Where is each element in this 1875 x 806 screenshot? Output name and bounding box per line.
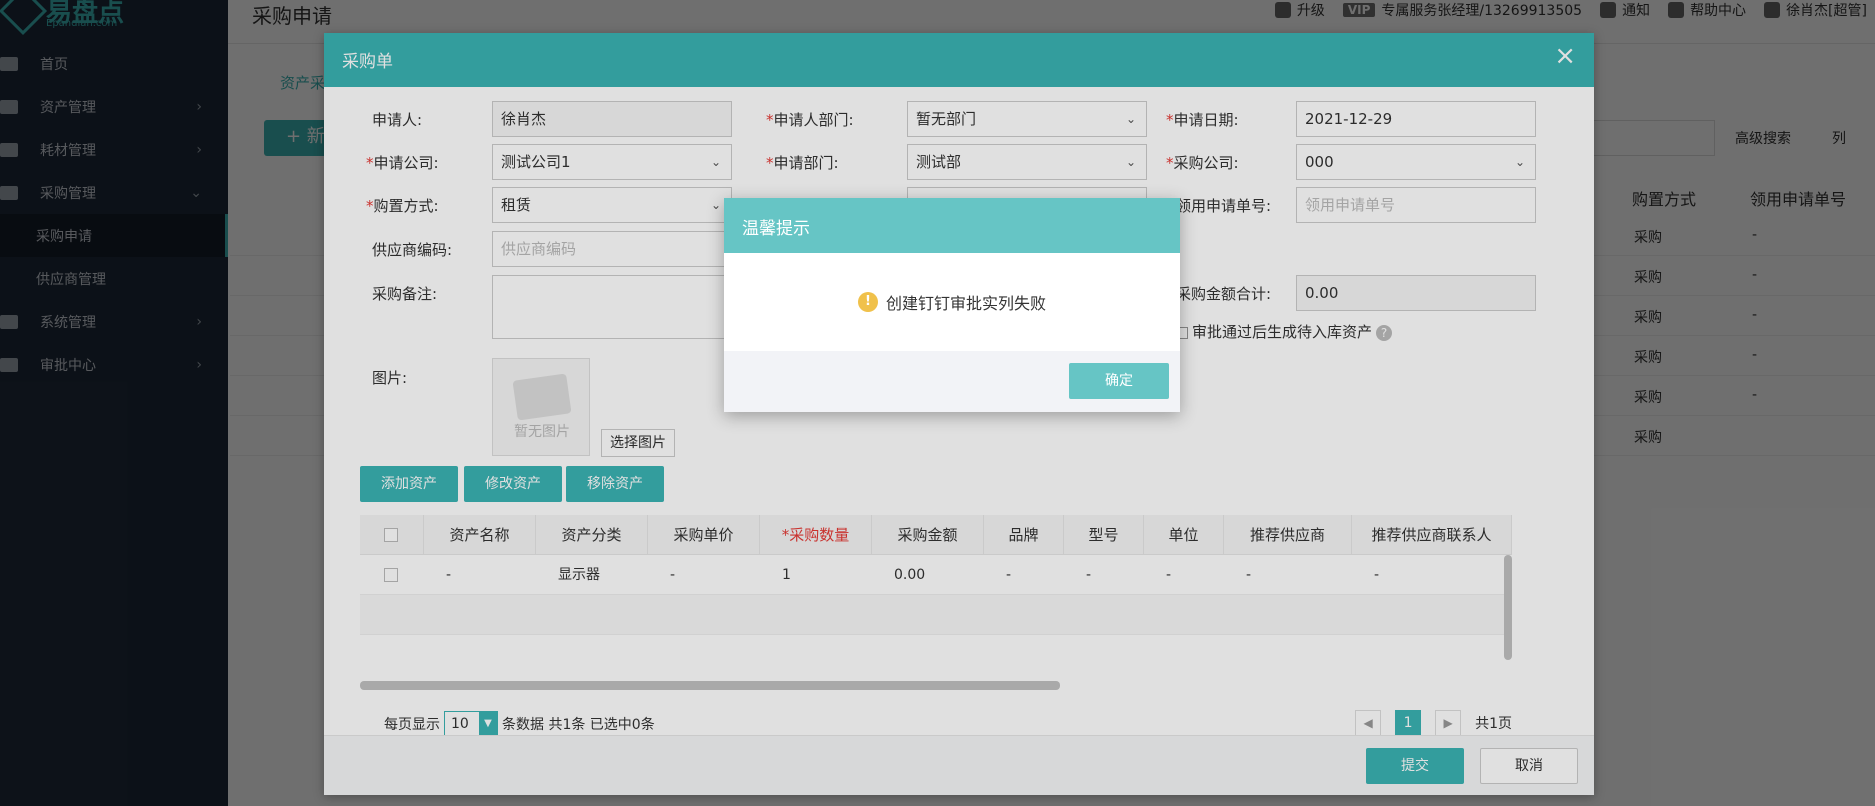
alert-message: 创建钉钉审批实列失败 — [885, 294, 1046, 313]
ok-button[interactable]: 确定 — [1069, 363, 1169, 399]
alert-footer: 确定 — [724, 351, 1180, 412]
alert-dialog: 温馨提示 ! 创建钉钉审批实列失败 确定 — [724, 198, 1180, 412]
alert-header: 温馨提示 — [724, 198, 1180, 253]
alert-body: ! 创建钉钉审批实列失败 — [724, 253, 1180, 351]
alert-title: 温馨提示 — [742, 219, 810, 239]
warning-icon: ! — [857, 292, 878, 312]
